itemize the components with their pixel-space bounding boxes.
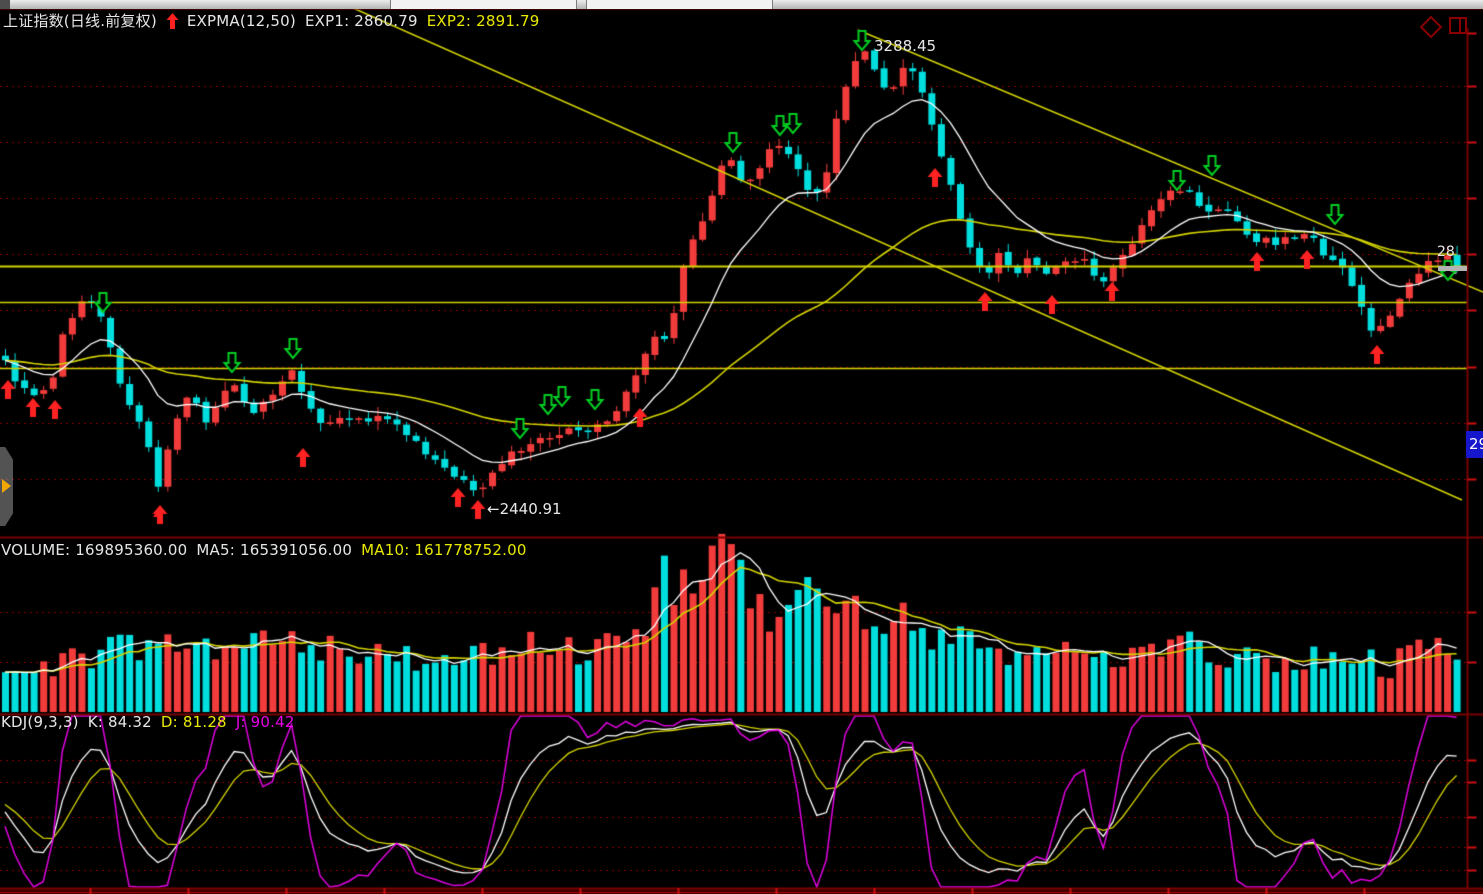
trough-price-label: ←2440.91 — [487, 500, 562, 518]
main-chart-header: 上证指数(日线.前复权) EXPMA(12,50) EXP1: 2860.79 … — [3, 10, 549, 31]
up-arrow-icon — [166, 13, 179, 29]
window-tab-strip[interactable] — [0, 0, 1483, 9]
sidebar-expander[interactable] — [0, 447, 13, 526]
axis-blue-label: 29 — [1466, 431, 1483, 458]
symbol-title: 上证指数(日线.前复权) — [3, 10, 157, 31]
indicator-name: EXPMA(12,50) — [187, 12, 296, 30]
kdj-d-value: D: 81.28 — [161, 713, 227, 731]
expand-arrow-icon — [2, 479, 11, 493]
exp2-value: EXP2: 2891.79 — [427, 12, 540, 30]
kdj-name: KDJ(9,3,3) — [1, 713, 79, 731]
tab-segment[interactable] — [390, 0, 577, 9]
volume-ma10-value: MA10: 161778752.00 — [361, 541, 526, 559]
kdj-j-value: J: 90.42 — [236, 713, 295, 731]
trading-terminal: 上证指数(日线.前复权) EXPMA(12,50) EXP1: 2860.79 … — [0, 0, 1483, 894]
volume-value: VOLUME: 169895360.00 — [1, 541, 187, 559]
split-window-icon[interactable] — [1449, 17, 1467, 34]
volume-header: VOLUME: 169895360.00 MA5: 165391056.00 M… — [1, 541, 536, 559]
split-window-icon-divider — [1459, 19, 1461, 32]
axis-price-label: 28 — [1437, 244, 1455, 260]
axis-price-marker — [1438, 266, 1467, 271]
exp1-value: EXP1: 2860.79 — [305, 12, 418, 30]
window-corner — [0, 0, 10, 9]
tab-segment[interactable] — [586, 0, 773, 9]
chart-canvas[interactable] — [0, 0, 1483, 894]
peak-price-label: 3288.45 — [874, 37, 936, 55]
kdj-header: KDJ(9,3,3) K: 84.32 D: 81.28 J: 90.42 — [1, 713, 304, 731]
volume-ma5-value: MA5: 165391056.00 — [196, 541, 352, 559]
kdj-k-value: K: 84.32 — [88, 713, 152, 731]
